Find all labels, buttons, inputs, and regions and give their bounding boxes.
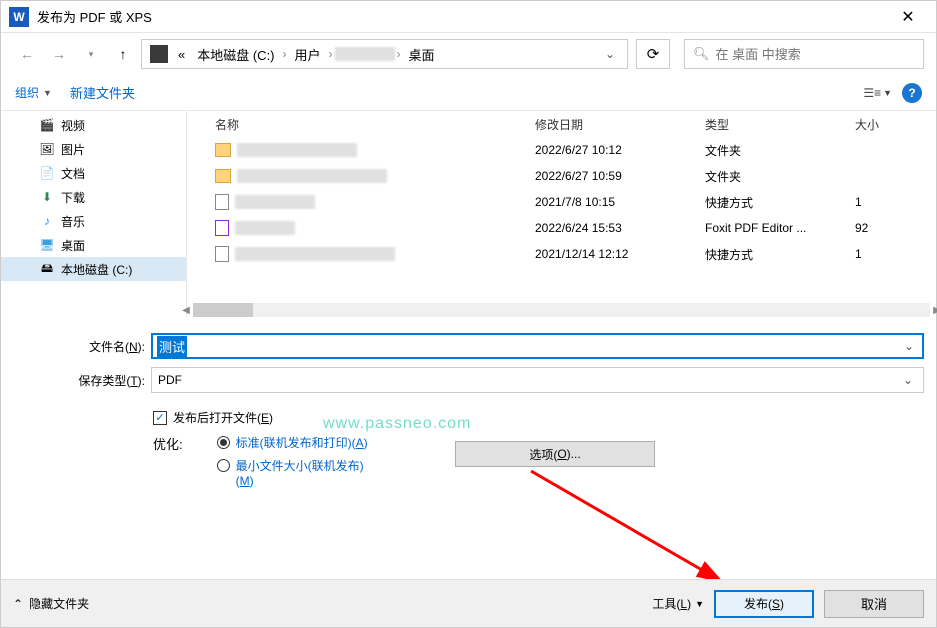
- file-row[interactable]: 2022/6/24 15:53Foxit PDF Editor ...92: [187, 215, 936, 241]
- col-date[interactable]: 修改日期: [535, 116, 705, 133]
- chevron-up-icon: ⌃: [13, 597, 23, 611]
- organize-button[interactable]: 组织▼: [15, 84, 52, 101]
- sidebar-item-documents[interactable]: 📄文档: [1, 161, 186, 185]
- shortcut-icon: [215, 194, 229, 210]
- chevron-right-icon: ›: [281, 47, 289, 61]
- filename-input[interactable]: 测试 ⌄: [151, 333, 924, 359]
- crumb-item[interactable]: 用户: [289, 43, 327, 66]
- sidebar-item-downloads[interactable]: ⬇下载: [1, 185, 186, 209]
- crumb-item[interactable]: 本地磁盘 (C:): [191, 43, 280, 66]
- footer: ⌃ 隐藏文件夹 工具(L) ▼ 发布(S) 取消: [1, 579, 936, 627]
- filetype-select[interactable]: PDF ⌄: [151, 367, 924, 393]
- back-button[interactable]: ←: [13, 40, 41, 68]
- optimize-label: 优化:: [153, 434, 191, 453]
- dropdown-icon[interactable]: ⌄: [900, 339, 918, 353]
- save-form: 文件名(N): 测试 ⌄ 保存类型(T): PDF ⌄: [1, 317, 936, 393]
- titlebar: W 发布为 PDF 或 XPS ✕: [1, 1, 936, 33]
- scroll-left-icon[interactable]: ◀: [179, 303, 193, 317]
- file-row[interactable]: 2022/6/27 10:59文件夹: [187, 163, 936, 189]
- nav-bar: ← → ▾ ↑ « 本地磁盘 (C:) › 用户 › › 桌面 ⌄ ⟳ 🔍︎: [1, 33, 936, 75]
- publish-button[interactable]: 发布(S): [714, 590, 814, 618]
- new-folder-button[interactable]: 新建文件夹: [70, 83, 135, 102]
- search-box[interactable]: 🔍︎: [684, 39, 924, 69]
- close-button[interactable]: ✕: [888, 7, 928, 27]
- filetype-label: 保存类型(T):: [13, 372, 151, 389]
- search-input[interactable]: [716, 47, 915, 62]
- hide-folders-toggle[interactable]: ⌃ 隐藏文件夹: [13, 595, 89, 612]
- file-row[interactable]: 2021/12/14 12:12快捷方式1: [187, 241, 936, 267]
- cancel-button[interactable]: 取消: [824, 590, 924, 618]
- up-button[interactable]: ↑: [109, 40, 137, 68]
- recent-dropdown[interactable]: ▾: [77, 40, 105, 68]
- scrollbar-thumb[interactable]: [193, 303, 253, 317]
- folder-icon: [215, 169, 231, 183]
- toolbar: 组织▼ 新建文件夹 ☰≡ ▼ ?: [1, 75, 936, 111]
- checkbox-icon: ✓: [153, 411, 167, 425]
- column-headers: 名称 修改日期 类型 大小: [187, 111, 936, 137]
- help-button[interactable]: ?: [902, 83, 922, 103]
- crumb-item[interactable]: 桌面: [403, 43, 441, 66]
- radio-icon: [217, 459, 230, 472]
- pdf-icon: [215, 220, 229, 236]
- window-title: 发布为 PDF 或 XPS: [37, 7, 888, 26]
- drive-icon: [150, 45, 168, 63]
- radio-icon: [217, 436, 230, 449]
- open-after-checkbox[interactable]: ✓ 发布后打开文件(E): [153, 409, 924, 426]
- address-dropdown[interactable]: ⌄: [597, 47, 623, 61]
- file-row[interactable]: 2022/6/27 10:12文件夹: [187, 137, 936, 163]
- shortcut-icon: [215, 246, 229, 262]
- col-type[interactable]: 类型: [705, 116, 855, 133]
- filename-label: 文件名(N):: [13, 338, 151, 355]
- horizontal-scrollbar[interactable]: ◀ ▶: [193, 303, 930, 317]
- file-explorer: 🎬视频 🖼图片 📄文档 ⬇下载 ♪音乐 🖥桌面 🖴本地磁盘 (C:) 名称 修改…: [1, 111, 936, 317]
- address-bar[interactable]: « 本地磁盘 (C:) › 用户 › › 桌面 ⌄: [141, 39, 628, 69]
- search-icon: 🔍︎: [693, 46, 710, 62]
- tools-button[interactable]: 工具(L) ▼: [652, 595, 704, 612]
- col-size[interactable]: 大小: [855, 116, 936, 133]
- radio-minimum[interactable]: 最小文件大小(联机发布)(M): [217, 457, 376, 488]
- view-mode-button[interactable]: ☰≡ ▼: [863, 86, 892, 100]
- options-button[interactable]: 选项(O)...: [455, 441, 655, 467]
- sidebar-item-localdisk[interactable]: 🖴本地磁盘 (C:): [1, 257, 186, 281]
- sidebar-item-pictures[interactable]: 🖼图片: [1, 137, 186, 161]
- chevron-right-icon: ›: [395, 47, 403, 61]
- scroll-right-icon[interactable]: ▶: [930, 303, 937, 317]
- chevron-right-icon: ›: [327, 47, 335, 61]
- crumb-item-redacted[interactable]: [335, 47, 395, 61]
- radio-standard[interactable]: 标准(联机发布和打印)(A): [217, 434, 376, 451]
- dropdown-icon[interactable]: ⌄: [899, 373, 917, 387]
- refresh-button[interactable]: ⟳: [636, 39, 670, 69]
- crumb-start: «: [172, 45, 191, 64]
- sidebar: 🎬视频 🖼图片 📄文档 ⬇下载 ♪音乐 🖥桌面 🖴本地磁盘 (C:): [1, 111, 187, 317]
- folder-icon: [215, 143, 231, 157]
- file-row[interactable]: 2021/7/8 10:15快捷方式1: [187, 189, 936, 215]
- filename-value: 测试: [157, 336, 187, 357]
- sidebar-item-music[interactable]: ♪音乐: [1, 209, 186, 233]
- sidebar-item-videos[interactable]: 🎬视频: [1, 113, 186, 137]
- file-list: 名称 修改日期 类型 大小 2022/6/27 10:12文件夹 2022/6/…: [187, 111, 936, 317]
- forward-button[interactable]: →: [45, 40, 73, 68]
- col-name[interactable]: 名称: [215, 116, 535, 133]
- sidebar-item-desktop[interactable]: 🖥桌面: [1, 233, 186, 257]
- word-icon: W: [9, 7, 29, 27]
